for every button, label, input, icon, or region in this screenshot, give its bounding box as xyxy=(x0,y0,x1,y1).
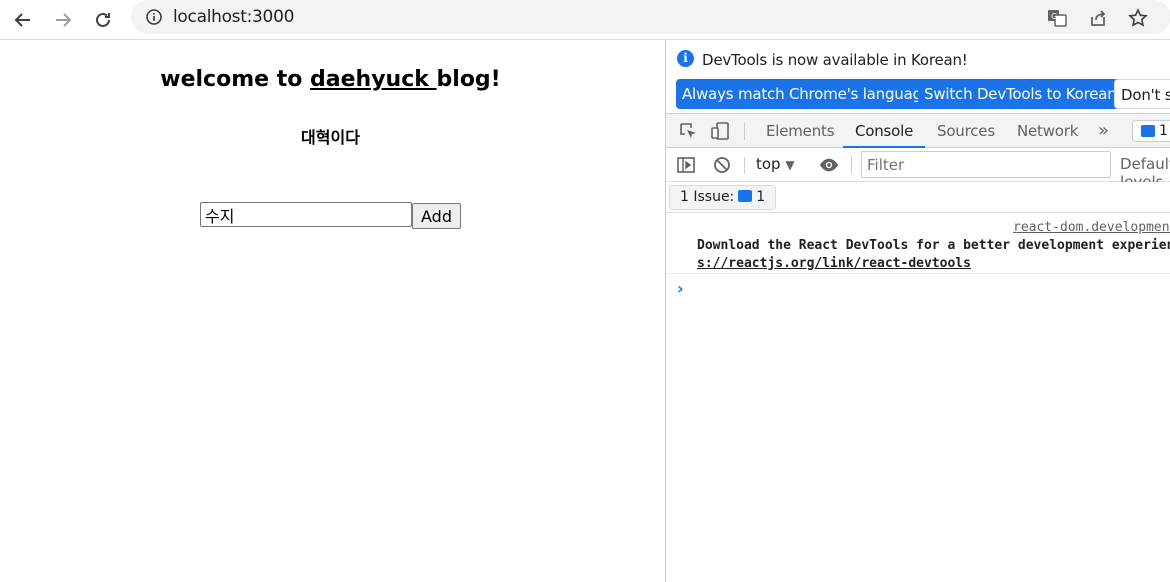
sidebar-toggle-icon[interactable] xyxy=(676,155,696,175)
toolbar-divider xyxy=(744,123,745,140)
dont-show-button[interactable]: Don't show again xyxy=(1114,79,1170,109)
tab-console[interactable]: Console xyxy=(843,114,926,148)
page-subtitle: 대혁이다 xyxy=(301,128,360,147)
more-tabs-icon[interactable]: » xyxy=(1086,114,1121,148)
tab-sources[interactable]: Sources xyxy=(925,114,1007,148)
reload-button[interactable] xyxy=(88,5,118,35)
arrow-right-icon xyxy=(56,13,72,27)
info-icon[interactable] xyxy=(145,8,163,26)
message-text: Download the React DevTools for a better… xyxy=(697,238,1170,253)
share-icon[interactable] xyxy=(1087,7,1109,29)
title-link[interactable]: daehyuck xyxy=(310,67,437,92)
console-divider xyxy=(744,157,745,174)
tab-network[interactable]: Network xyxy=(1005,114,1090,148)
back-button[interactable] xyxy=(8,5,38,35)
device-toolbar-icon[interactable] xyxy=(710,121,730,141)
url-text: localhost:3000 xyxy=(173,7,295,27)
issues-count: 1 xyxy=(756,189,766,205)
issues-badge-count: 1 xyxy=(1159,123,1168,139)
svg-text:G: G xyxy=(1051,12,1057,21)
reload-icon xyxy=(96,12,110,27)
translate-icon[interactable]: G xyxy=(1046,7,1068,29)
page-title: welcome to daehyuck blog! xyxy=(0,67,661,92)
console-divider-2 xyxy=(851,157,852,174)
issues-button[interactable]: 1 Issue: 1 xyxy=(669,185,777,210)
browser-toolbar: localhost:3000 G xyxy=(0,0,1170,40)
clear-console-icon[interactable] xyxy=(712,155,732,175)
banner-message: DevTools is now available in Korean! xyxy=(702,51,968,69)
tab-elements[interactable]: Elements xyxy=(754,114,846,148)
devtools-tabbar: Elements Console Sources Network » 1 xyxy=(666,113,1170,148)
message-url-link[interactable]: s://reactjs.org/link/react-devtools xyxy=(697,256,971,271)
eye-icon[interactable] xyxy=(819,155,839,175)
console-message: react-dom.development.js:29840 Download … xyxy=(666,213,1170,274)
issues-badge[interactable]: 1 xyxy=(1132,120,1170,142)
title-prefix: welcome to xyxy=(160,67,311,92)
arrow-left-icon xyxy=(14,13,30,27)
message-icon xyxy=(1141,125,1155,137)
address-bar[interactable]: localhost:3000 G xyxy=(131,0,1170,34)
forward-button[interactable] xyxy=(48,5,78,35)
title-suffix: blog! xyxy=(436,67,501,92)
web-page: welcome to daehyuck blog! 대혁이다 Add xyxy=(0,40,665,582)
message-source-link[interactable]: react-dom.development.js:29840 xyxy=(1013,220,1170,235)
chevron-down-icon: ▼ xyxy=(785,158,795,172)
name-input[interactable] xyxy=(200,202,412,227)
context-select[interactable]: top ▼ xyxy=(756,155,795,173)
language-banner: i DevTools is now available in Korean! A… xyxy=(666,40,1170,113)
add-button[interactable]: Add xyxy=(412,203,461,229)
match-language-button[interactable]: Always match Chrome's language xyxy=(676,79,937,109)
console-toolbar: top ▼ Default levels xyxy=(666,148,1170,191)
inspect-element-icon[interactable] xyxy=(678,121,698,141)
info-icon: i xyxy=(677,50,694,67)
context-value: top xyxy=(756,155,781,173)
star-icon[interactable] xyxy=(1127,7,1149,29)
switch-korean-button[interactable]: Switch DevTools to Korean xyxy=(918,79,1123,109)
issues-bar: 1 Issue: 1 xyxy=(666,182,1170,213)
issues-label: 1 Issue: xyxy=(680,189,735,205)
filter-input[interactable] xyxy=(861,151,1111,178)
console-prompt-icon[interactable]: › xyxy=(677,279,684,298)
devtools-panel: i DevTools is now available in Korean! A… xyxy=(665,40,1170,582)
message-icon xyxy=(738,190,753,202)
